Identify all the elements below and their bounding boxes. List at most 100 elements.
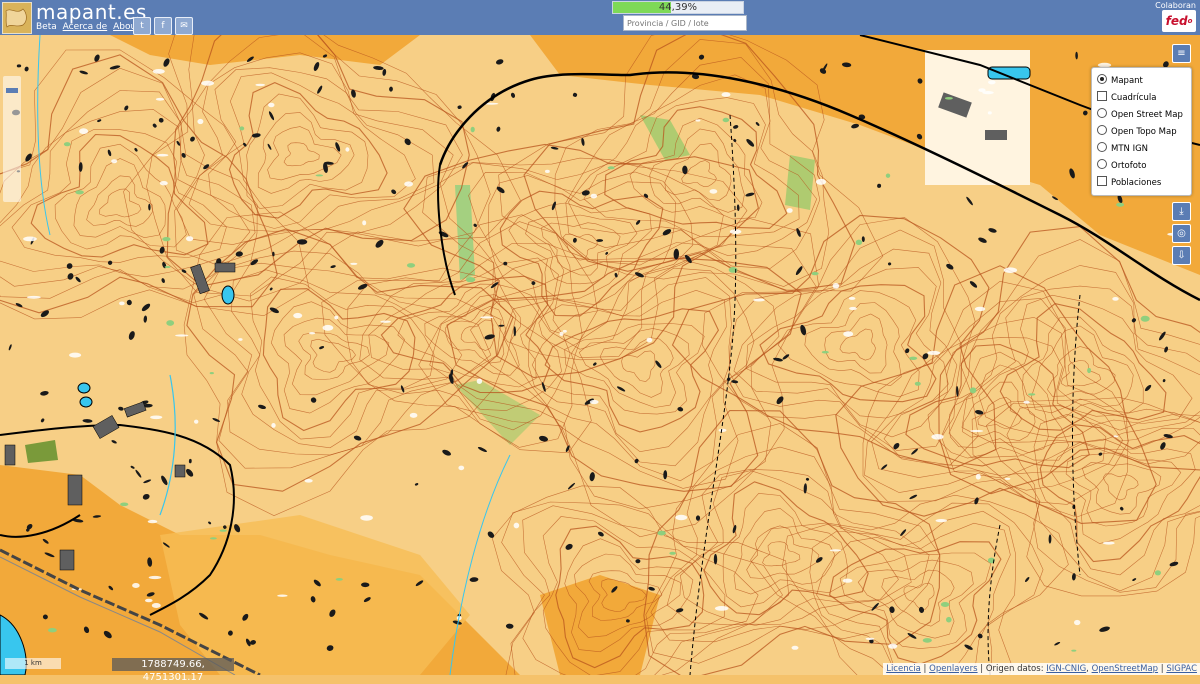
building-4 bbox=[214, 262, 236, 273]
green-patch bbox=[657, 530, 666, 536]
white-patch bbox=[1112, 297, 1119, 301]
white-patch bbox=[277, 594, 288, 597]
attrib-sep-1: | bbox=[920, 664, 930, 674]
green-patch bbox=[166, 320, 175, 326]
licencia-link[interactable]: Licencia bbox=[886, 664, 921, 674]
green-patch bbox=[75, 190, 84, 195]
green-patch bbox=[1116, 202, 1124, 207]
facebook-icon[interactable]: f bbox=[154, 17, 172, 35]
attribution: Licencia | Openlayers | Origen datos: IG… bbox=[883, 663, 1200, 675]
layer-option-mtn[interactable]: MTN IGN bbox=[1097, 142, 1148, 156]
white-patch bbox=[974, 306, 986, 312]
white-patch bbox=[842, 578, 853, 583]
radio-osm[interactable] bbox=[1097, 108, 1107, 118]
white-patch bbox=[970, 429, 984, 433]
white-patch bbox=[927, 350, 941, 355]
checkbox-poblaciones[interactable] bbox=[1097, 176, 1107, 186]
white-patch bbox=[151, 603, 161, 608]
white-patch bbox=[562, 329, 567, 333]
radio-mapant[interactable] bbox=[1097, 74, 1107, 84]
layer-option-mapant[interactable]: Mapant bbox=[1097, 74, 1143, 88]
white-patch bbox=[1003, 267, 1018, 273]
white-patch bbox=[155, 97, 165, 101]
download-icon[interactable]: ⤓ bbox=[1172, 202, 1191, 221]
white-patch bbox=[197, 118, 204, 125]
white-patch bbox=[815, 178, 827, 185]
white-patch bbox=[1023, 400, 1030, 404]
search-input[interactable] bbox=[623, 15, 747, 31]
orienteering-map[interactable] bbox=[0, 35, 1200, 675]
progress-bar: 44,39% bbox=[612, 1, 744, 14]
layer-option-ortofoto[interactable]: Ortofoto bbox=[1097, 159, 1146, 173]
green-patch bbox=[855, 239, 863, 245]
white-patch bbox=[1004, 477, 1011, 480]
white-patch bbox=[201, 80, 215, 86]
green-patch bbox=[406, 263, 416, 268]
white-patch bbox=[150, 415, 163, 420]
layer-label-osm: Open Street Map bbox=[1111, 110, 1183, 120]
layer-option-opentopo[interactable]: Open Topo Map bbox=[1097, 125, 1177, 139]
white-patch bbox=[132, 583, 140, 588]
white-patch bbox=[69, 352, 82, 358]
white-patch bbox=[545, 169, 550, 173]
layer-label-opentopo: Open Topo Map bbox=[1111, 127, 1177, 137]
layers-icon[interactable]: ≡ bbox=[1172, 44, 1191, 63]
white-patch bbox=[362, 220, 367, 226]
white-patch bbox=[589, 399, 599, 405]
layer-option-poblaciones[interactable]: Poblaciones bbox=[1097, 176, 1161, 190]
subtitle-links: Beta Acerca de About bbox=[36, 22, 140, 32]
green-patch bbox=[722, 117, 730, 123]
radio-ortofoto[interactable] bbox=[1097, 159, 1107, 169]
white-patch bbox=[975, 473, 981, 480]
white-patch bbox=[721, 92, 731, 97]
white-patch bbox=[148, 575, 162, 580]
green-patch bbox=[162, 237, 171, 242]
sigpac-link[interactable]: SIGPAC bbox=[1166, 664, 1197, 674]
white-patch bbox=[590, 193, 598, 199]
white-patch bbox=[695, 119, 701, 122]
white-patch bbox=[255, 83, 265, 87]
ign-link[interactable]: IGN-CNIG bbox=[1046, 664, 1086, 674]
osm-link[interactable]: OpenStreetMap bbox=[1092, 664, 1158, 674]
white-patch bbox=[718, 428, 727, 432]
white-patch bbox=[194, 419, 199, 424]
app-title[interactable]: mapant.es bbox=[36, 0, 147, 24]
openlayers-link[interactable]: Openlayers bbox=[929, 664, 977, 674]
white-patch bbox=[1113, 435, 1119, 438]
white-patch bbox=[79, 128, 89, 135]
white-patch bbox=[26, 295, 41, 299]
green-patch bbox=[909, 356, 918, 360]
white-patch bbox=[458, 465, 465, 471]
acerca-link[interactable]: Acerca de bbox=[63, 22, 108, 32]
layer-label-poblaciones: Poblaciones bbox=[1111, 178, 1162, 188]
layer-option-osm[interactable]: Open Street Map bbox=[1097, 108, 1183, 122]
white-patch bbox=[145, 598, 153, 603]
layer-switcher-panel: Mapant Cuadrícula Open Street Map Open T… bbox=[1091, 67, 1192, 196]
green-patch bbox=[239, 126, 245, 131]
logo-icon[interactable] bbox=[2, 2, 32, 34]
progress-text: 44,39% bbox=[658, 2, 698, 13]
white-patch bbox=[268, 102, 275, 108]
green-patch bbox=[1071, 649, 1077, 652]
white-patch bbox=[849, 306, 857, 311]
green-patch bbox=[946, 616, 952, 623]
checkbox-cuadricula[interactable] bbox=[1097, 91, 1107, 101]
green-patch bbox=[922, 638, 932, 643]
export-icon[interactable]: ⇩ bbox=[1172, 246, 1191, 265]
layer-option-cuadricula[interactable]: Cuadrícula bbox=[1097, 91, 1156, 105]
twitter-icon[interactable]: t bbox=[133, 17, 151, 35]
radio-mtn[interactable] bbox=[1097, 142, 1107, 152]
zoom-slider[interactable] bbox=[3, 76, 21, 202]
green-patch bbox=[1154, 570, 1161, 576]
fed-logo[interactable]: fedo bbox=[1162, 10, 1196, 32]
zoom-handle[interactable] bbox=[6, 88, 18, 93]
layer-label-ortofoto: Ortofoto bbox=[1111, 161, 1147, 171]
target-icon[interactable]: ◎ bbox=[1172, 224, 1191, 243]
green-patch bbox=[821, 350, 829, 354]
scale-bar: 1 km bbox=[5, 658, 61, 669]
radio-opentopo[interactable] bbox=[1097, 125, 1107, 135]
email-icon[interactable]: ✉ bbox=[175, 17, 193, 35]
green-patch bbox=[1087, 367, 1092, 374]
white-patch bbox=[409, 412, 418, 418]
coordinates-readout: 1788749.66, 4751301.17 bbox=[112, 658, 234, 683]
